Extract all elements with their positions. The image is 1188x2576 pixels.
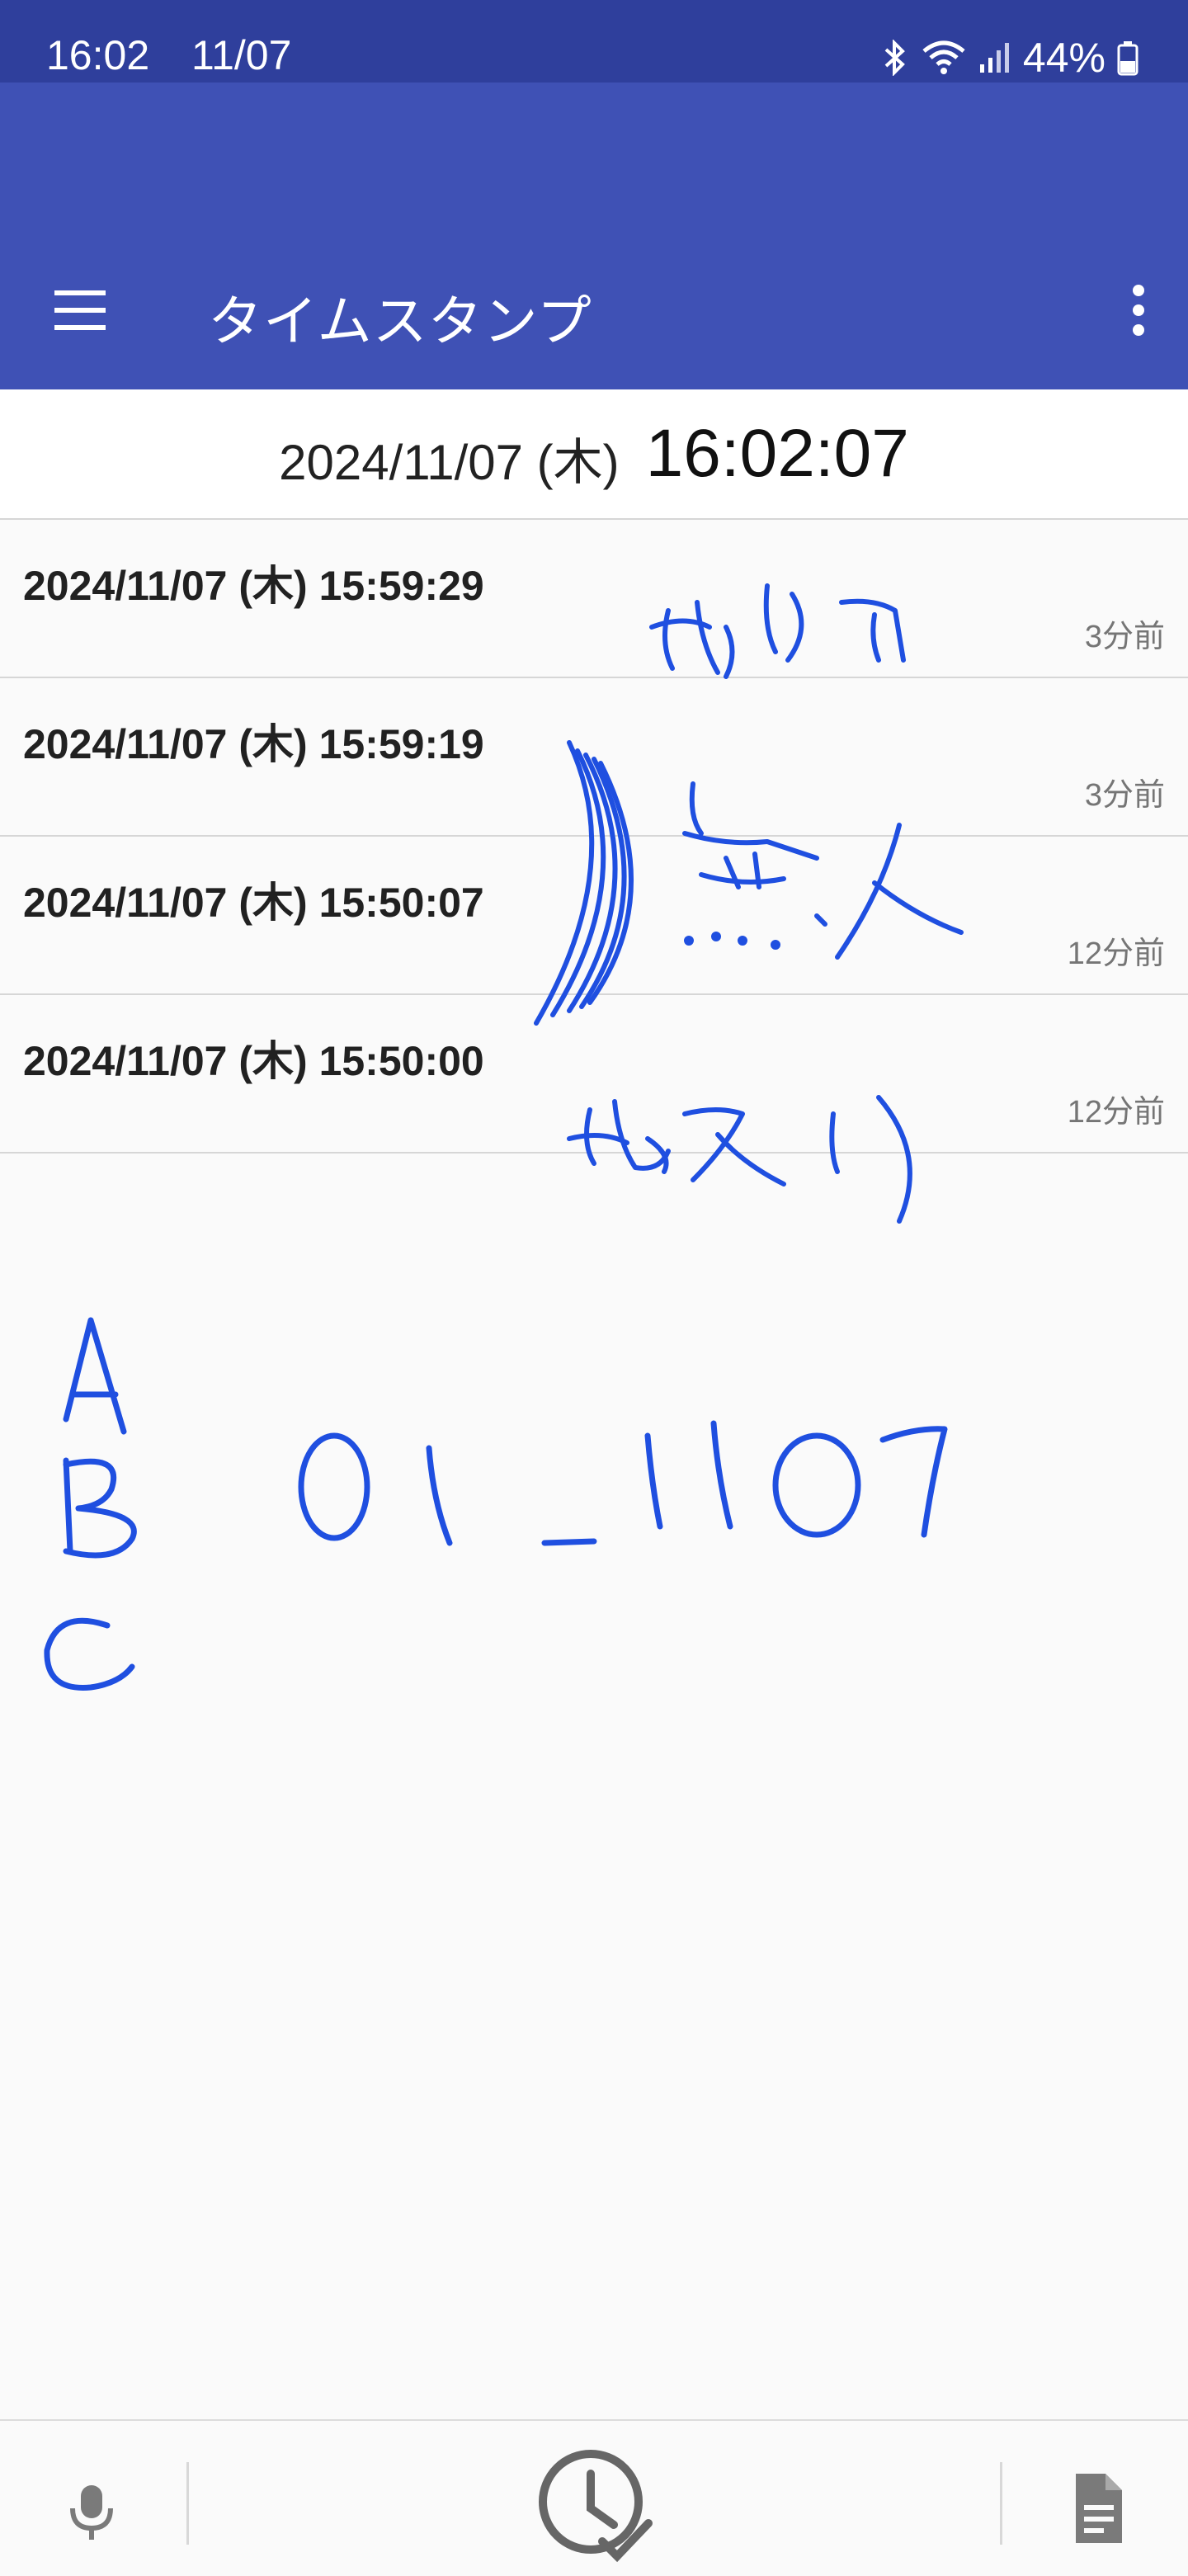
status-icons: 44% (881, 33, 1138, 83)
battery-percent: 44% (1022, 35, 1106, 81)
entry-timestamp: 2024/11/07 (木) 15:50:07 (23, 880, 484, 926)
entry-relative-time: 3分前 (1084, 778, 1165, 813)
more-vert-icon[interactable] (1114, 277, 1163, 343)
list-item[interactable]: 2024/11/07 (木) 15:59:19 3分前 (0, 678, 1188, 837)
list-item[interactable]: 2024/11/07 (木) 15:50:07 12分前 (0, 837, 1188, 995)
bottom-divider (186, 2462, 189, 2545)
current-clock: 2024/11/07 (木) 16:02:07 (0, 389, 1188, 520)
app-title: タイムスタンプ (208, 290, 592, 351)
entry-timestamp: 2024/11/07 (木) 15:50:00 (23, 1038, 484, 1084)
entry-relative-time: 12分前 (1067, 1095, 1165, 1130)
ink-note-code (298, 1420, 948, 1546)
ink-note-abc (44, 1317, 137, 1691)
current-date: 2024/11/07 (木) (279, 434, 620, 490)
status-bar: 16:02 11/07 44% (0, 0, 1188, 83)
bottom-divider (1000, 2462, 1002, 2545)
list-item[interactable]: 2024/11/07 (木) 15:59:29 3分前 (0, 520, 1188, 678)
current-time: 16:02:07 (645, 416, 909, 491)
entry-timestamp: 2024/11/07 (木) 15:59:19 (23, 721, 484, 767)
document-icon[interactable] (1064, 2467, 1130, 2550)
list-item[interactable]: 2024/11/07 (木) 15:50:00 12分前 (0, 995, 1188, 1154)
entry-timestamp: 2024/11/07 (木) 15:59:29 (23, 563, 484, 609)
status-time: 16:02 (46, 32, 150, 78)
microphone-icon[interactable] (50, 2467, 132, 2550)
app-toolbar: タイムスタンプ (0, 83, 1188, 389)
bluetooth-icon (881, 40, 909, 76)
wifi-icon (921, 40, 967, 76)
hamburger-menu-icon[interactable] (50, 277, 116, 343)
signal-icon (978, 40, 1011, 76)
status-date: 11/07 (191, 32, 292, 78)
timestamp-list: 2024/11/07 (木) 15:59:29 3分前 2024/11/07 (… (0, 520, 1188, 1154)
battery-icon (1117, 40, 1138, 76)
entry-relative-time: 3分前 (1084, 620, 1165, 654)
bottom-action-bar (0, 2419, 1188, 2576)
timestamp-clock-check-icon[interactable] (533, 2444, 657, 2568)
entry-relative-time: 12分前 (1067, 937, 1165, 971)
